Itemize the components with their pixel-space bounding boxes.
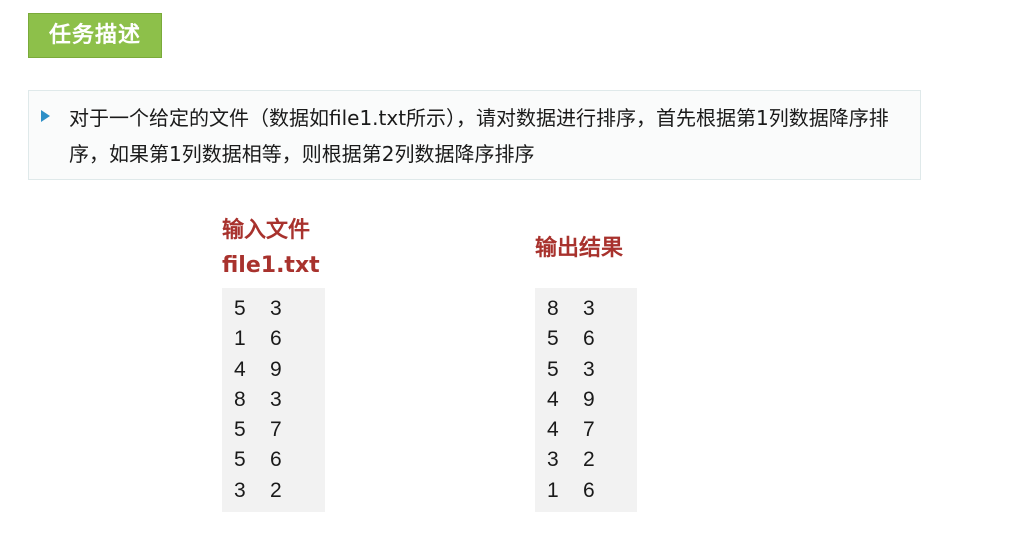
table-row: 49 [535,385,637,415]
cell-col2: 3 [583,357,595,381]
cell-col1: 4 [547,418,559,442]
output-result-heading: 输出结果 [535,236,624,261]
cell-col2: 2 [583,448,595,472]
table-row: 83 [535,294,637,324]
cell-col1: 5 [547,357,559,381]
cell-col2: 6 [583,478,595,502]
cell-col1: 5 [234,418,246,442]
cell-col2: 6 [270,327,282,351]
table-row: 47 [535,415,637,445]
cell-col2: 9 [583,387,595,411]
table-row: 56 [222,445,325,475]
table-row: 32 [535,445,637,475]
cell-col1: 5 [234,297,246,320]
cell-col1: 1 [547,478,559,502]
cell-col2: 6 [270,448,282,472]
table-row: 53 [222,294,325,324]
input-file-heading: 输入文件 [222,218,311,243]
bullet-arrow-icon [41,110,50,122]
cell-col2: 6 [583,327,595,351]
input-data-table: 53164983575632 [222,288,325,512]
cell-col2: 7 [583,418,595,442]
table-row: 57 [222,415,325,445]
table-row: 32 [222,476,325,506]
cell-col2: 3 [270,387,282,411]
cell-col1: 5 [547,327,559,351]
table-row: 16 [222,324,325,354]
cell-col1: 1 [234,327,246,351]
table-row: 56 [535,324,637,354]
table-row: 49 [222,355,325,385]
cell-col1: 3 [234,478,246,502]
cell-col1: 5 [234,448,246,472]
table-row: 53 [535,355,637,385]
table-row: 16 [535,476,637,506]
cell-col2: 9 [270,357,282,381]
output-data-table: 83565349473216 [535,288,637,512]
cell-col2: 2 [270,478,282,502]
cell-col2: 3 [270,297,282,320]
cell-col1: 8 [547,297,559,320]
cell-col2: 3 [583,297,595,320]
section-title-badge: 任务描述 [28,13,162,58]
cell-col1: 4 [234,357,246,381]
cell-col1: 3 [547,448,559,472]
cell-col1: 4 [547,387,559,411]
table-row: 83 [222,385,325,415]
task-description-text: 对于一个给定的文件（数据如file1.txt所示），请对数据进行排序，首先根据第… [69,106,889,166]
task-description-box: 对于一个给定的文件（数据如file1.txt所示），请对数据进行排序，首先根据第… [28,90,921,180]
input-filename: file1.txt [222,253,320,278]
cell-col1: 8 [234,387,246,411]
cell-col2: 7 [270,418,282,442]
